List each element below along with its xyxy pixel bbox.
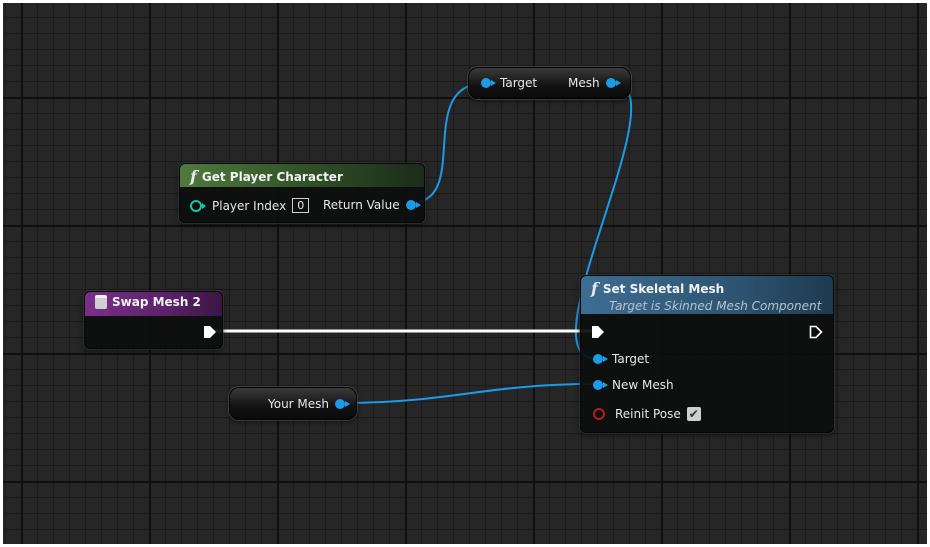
- blueprint-graph-canvas[interactable]: Target Mesh f Get Player Character Playe…: [3, 3, 927, 544]
- player-index-pin[interactable]: [190, 199, 206, 212]
- reinit-pose-checkbox[interactable]: ✔: [686, 407, 701, 421]
- event-icon: [95, 295, 107, 309]
- exec-output-pin[interactable]: [203, 325, 217, 339]
- node-header: Swap Mesh 2: [85, 292, 222, 316]
- exec-output-pin[interactable]: [809, 325, 823, 339]
- mesh-output-pin[interactable]: [605, 78, 621, 88]
- node-title: Set Skeletal Mesh: [602, 281, 725, 296]
- wire-your-mesh-to-new-mesh[interactable]: [339, 383, 596, 404]
- set-skeletal-mesh-node[interactable]: f Set Skeletal Mesh Target is Skinned Me…: [580, 275, 834, 433]
- checkmark-icon: ✔: [688, 407, 699, 421]
- mesh-label: Mesh: [568, 76, 600, 90]
- new-mesh-label: New Mesh: [612, 378, 674, 392]
- function-f-icon: f: [190, 167, 197, 186]
- your-mesh-output-pin[interactable]: [335, 399, 351, 409]
- wire-layer: [213, 82, 633, 404]
- get-player-character-node[interactable]: f Get Player Character Player Index 0 Re…: [179, 163, 425, 223]
- node-header: f Get Player Character: [180, 164, 424, 187]
- exec-input-pin[interactable]: [591, 325, 605, 339]
- player-index-input[interactable]: 0: [292, 198, 310, 213]
- target-input-pin[interactable]: [593, 354, 608, 364]
- swap-mesh-event-node[interactable]: Swap Mesh 2: [84, 291, 223, 349]
- node-title: Swap Mesh 2: [112, 295, 201, 309]
- return-value-pin[interactable]: [405, 200, 421, 210]
- new-mesh-input-pin[interactable]: [593, 380, 608, 390]
- node-header: f Set Skeletal Mesh Target is Skinned Me…: [581, 276, 833, 314]
- target-label: Target: [612, 352, 650, 366]
- return-value-label: Return Value: [323, 198, 400, 212]
- node-subtitle: Target is Skinned Mesh Component: [609, 299, 822, 313]
- your-mesh-label: Your Mesh: [268, 397, 330, 411]
- reinit-pose-pin[interactable]: [593, 408, 605, 420]
- node-title: Get Player Character: [201, 169, 343, 184]
- target-label: Target: [500, 76, 538, 90]
- mesh-getter-node[interactable]: Target Mesh: [468, 67, 631, 99]
- function-f-icon: f: [591, 279, 598, 298]
- player-index-label: Player Index: [212, 198, 287, 213]
- reinit-pose-label: Reinit Pose: [615, 407, 681, 421]
- target-input-pin[interactable]: [481, 78, 496, 88]
- your-mesh-variable-node[interactable]: Your Mesh: [229, 387, 357, 420]
